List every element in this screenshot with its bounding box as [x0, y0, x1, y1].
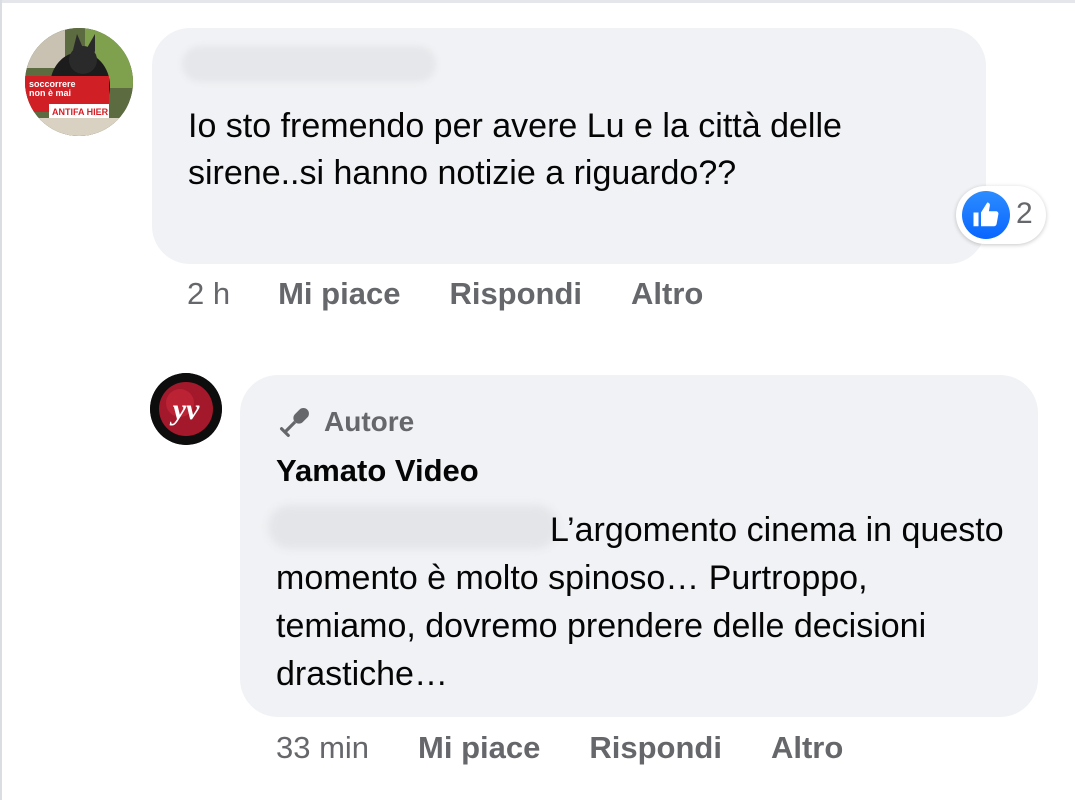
commenter-avatar[interactable]: soccorrere non è mai ANTIFA HIER	[25, 28, 133, 136]
svg-text:non è mai: non è mai	[29, 88, 71, 98]
like-icon	[962, 191, 1010, 239]
microphone-icon	[279, 408, 309, 438]
reply-actions: 33 min Mi piace Rispondi Altro	[276, 730, 843, 766]
more-button[interactable]: Altro	[631, 276, 703, 312]
svg-text:yv: yv	[170, 393, 200, 426]
reply-text: L’argomento cinema in questo momento è m…	[276, 511, 1004, 693]
svg-text:ANTIFA HIER: ANTIFA HIER	[52, 107, 109, 117]
author-badge-label: Autore	[324, 406, 415, 437]
reply-button[interactable]: Rispondi	[589, 730, 722, 766]
comment-text: Io sto fremendo per avere Lu e la città …	[188, 107, 842, 192]
more-button[interactable]: Altro	[771, 730, 843, 766]
like-button[interactable]: Mi piace	[278, 276, 400, 312]
comment-actions: 2 h Mi piace Rispondi Altro	[187, 276, 703, 312]
user-avatar-photo-icon: soccorrere non è mai ANTIFA HIER	[25, 28, 133, 136]
author-avatar[interactable]: yv	[150, 373, 222, 445]
comment-bubble[interactable]: Io sto fremendo per avere Lu e la città …	[152, 28, 986, 264]
reply-timestamp[interactable]: 33 min	[276, 730, 369, 766]
reply-bubble[interactable]: Autore Yamato Video L’argomento cinema i…	[240, 375, 1038, 717]
reply-button[interactable]: Rispondi	[449, 276, 582, 312]
like-button[interactable]: Mi piace	[418, 730, 540, 766]
left-divider	[0, 0, 2, 800]
redacted-commenter-name	[182, 46, 436, 82]
yamato-video-logo-icon: yv	[150, 373, 222, 445]
top-divider	[0, 0, 1075, 3]
reaction-count: 2	[1016, 197, 1033, 230]
author-name[interactable]: Yamato Video	[276, 453, 479, 489]
comment-timestamp[interactable]: 2 h	[187, 276, 230, 312]
reaction-summary[interactable]: 2	[956, 186, 1046, 244]
author-badge: Autore	[276, 403, 414, 441]
